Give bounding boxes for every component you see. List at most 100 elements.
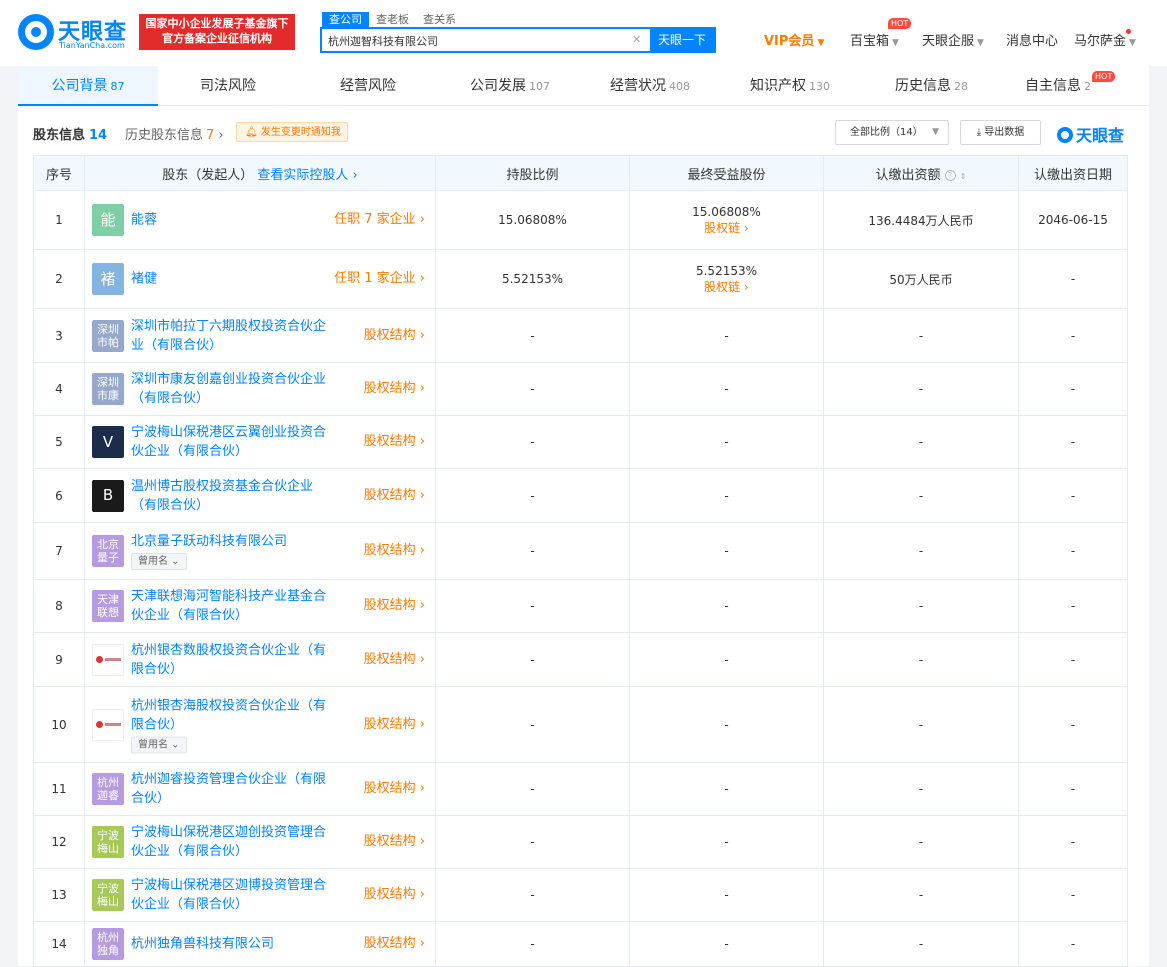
tab-judicial-risk[interactable]: 司法风险 [200,66,256,106]
shareholder-detail-link[interactable]: 任职 7 家企业 › [334,211,425,229]
date-cell: - [1018,308,1128,363]
shareholder-name-block: 能蓉 [131,211,331,230]
shareholder-name-link[interactable]: 天津联想海河智能科技产业基金合伙企业（有限合伙） [131,589,326,623]
capital-cell: - [823,362,1019,416]
tianyancha-watermark: 天眼查 [1057,122,1124,146]
shareholder-detail-label: 股权结构 [363,487,416,503]
date-cell: 2046-06-15 [1018,190,1128,250]
tab-development[interactable]: 公司发展 107 [470,66,550,106]
shareholder-detail-link[interactable]: 股权结构 › [364,487,425,505]
date-cell: - [1018,579,1128,633]
shareholder-cell: 天津 联想 天津联想海河智能科技产业基金合伙企业（有限合伙） 股权结构 › [84,579,436,633]
ratio-cell: - [435,522,630,580]
export-button[interactable]: ⤓ 导出数据 [960,120,1041,145]
shareholder-cell: 褚褚健 任职 1 家企业 › [84,249,436,309]
tab-label: 自主信息 [1025,78,1081,94]
shareholder-detail-link[interactable]: 股权结构 › [364,542,425,560]
search-button[interactable]: 天眼一下 [650,29,714,51]
shareholder-name-link[interactable]: 宁波梅山保税港区迦创投资管理合伙企业（有限合伙） [131,825,326,859]
shareholder-name-link[interactable]: 杭州银杏海股权投资合伙企业（有限合伙） [131,698,326,732]
sort-icon[interactable]: ⇕ [960,172,967,181]
tab-business-risk[interactable]: 经营风险 [340,66,396,106]
table-row: 4 深圳 市康 深圳市康友创嘉创业投资合伙企业（有限合伙） 股权结构 › - - - - [33,362,1128,416]
tab-company-background[interactable]: 公司背景 87 [18,66,158,106]
shareholder-detail-link[interactable]: 股权结构 › [364,833,425,851]
shareholder-name-link[interactable]: 宁波梅山保税港区云翼创业投资合伙企业（有限合伙） [131,425,326,459]
tianyancha-logo[interactable]: 天眼查 TianYanCha.com [18,14,130,50]
shareholder-detail-link[interactable]: 股权结构 › [364,327,425,345]
date-cell: - [1018,362,1128,416]
date-cell: - [1018,632,1128,687]
shareholder-name-link[interactable]: 深圳市康友创嘉创业投资合伙企业（有限合伙） [131,372,326,406]
shareholder-name-link[interactable]: 杭州迦睿投资管理合伙企业（有限合伙） [131,772,326,806]
search-tab-company[interactable]: 查公司 [322,12,369,27]
shareholder-name-link[interactable]: 杭州银杏数股权投资合伙企业（有限合伙） [131,643,326,677]
tab-history[interactable]: 历史信息 28 [895,66,968,106]
capital-cell: - [823,868,1019,922]
shareholder-name-link[interactable]: 温州博古股权投资基金合伙企业（有限合伙） [131,479,313,513]
ratio-cell: - [435,308,630,363]
help-icon[interactable]: ? [944,169,956,181]
qifu-menu[interactable]: 天眼企服 ▼ [922,30,984,49]
search-input[interactable] [328,32,628,50]
ratio-cell: - [435,632,630,687]
ratio-filter-select[interactable]: 全部比例（14） ▼ [835,120,949,145]
shareholder-cell: 宁波 梅山 宁波梅山保税港区迦创投资管理合伙企业（有限合伙） 股权结构 › [84,815,436,869]
shareholder-name-link[interactable]: 北京量子跃动科技有限公司 [131,534,287,549]
message-center-link[interactable]: 消息中心 [1006,30,1058,49]
shareholder-name-block: 杭州银杏海股权投资合伙企业（有限合伙） 曾用名 ⌄ [131,696,331,753]
table-row: 5 V 宁波梅山保税港区云翼创业投资合伙企业（有限合伙） 股权结构 › - - - - [33,415,1128,469]
date-cell: - [1018,868,1128,922]
tab-label: 历史信息 [895,78,951,94]
search-tab-relation[interactable]: 查关系 [416,12,463,27]
history-shareholder-link[interactable]: 历史股东信息 7 › [125,124,224,143]
shareholder-name-link[interactable]: 能蓉 [131,213,157,228]
shareholder-detail-link[interactable]: 任职 1 家企业 › [334,270,425,288]
date-cell: - [1018,249,1128,309]
ratio-cell: - [435,762,630,816]
shareholder-name-link[interactable]: 褚健 [131,272,157,287]
equity-chain-link[interactable]: 股权链 › [630,278,823,295]
shareholder-avatar: 杭州 迦睿 [92,773,124,805]
change-notify-button[interactable]: 🔔︎ 发生变更时通知我 [236,122,348,142]
qifu-label: 天眼企服 [922,34,975,49]
shareholder-name-link[interactable]: 宁波梅山保税港区迦博投资管理合伙企业（有限合伙） [131,878,326,912]
shareholder-name-link[interactable]: 深圳市帕拉丁六期股权投资合伙企业（有限合伙） [131,319,326,353]
shareholder-name-block: 北京量子跃动科技有限公司 曾用名 ⌄ [131,532,331,570]
shareholder-avatar: 北京 量子 [92,535,124,567]
shareholder-detail-link[interactable]: 股权结构 › [364,380,425,398]
shareholder-name-block: 天津联想海河智能科技产业基金合伙企业（有限合伙） [131,587,331,625]
shareholder-detail-link[interactable]: 股权结构 › [364,780,425,798]
final-benefit-value: - [724,782,729,796]
col-final-benefit: 最终受益股份 [629,155,824,191]
shareholder-name-block: 褚健 [131,270,331,289]
tab-operation[interactable]: 经营状况 408 [610,66,690,106]
shareholder-detail-link[interactable]: 股权结构 › [364,651,425,669]
row-index: 8 [33,579,85,633]
shareholder-detail-link[interactable]: 股权结构 › [364,716,425,734]
hot-badge: HOT [1092,71,1116,82]
former-name-tag[interactable]: 曾用名 ⌄ [131,736,187,753]
former-name-tag[interactable]: 曾用名 ⌄ [131,553,187,570]
shareholder-detail-link[interactable]: 股权结构 › [364,935,425,953]
shareholder-name-link[interactable]: 杭州独角兽科技有限公司 [131,937,274,952]
shareholder-detail-link[interactable]: 股权结构 › [364,433,425,451]
shareholder-detail-link[interactable]: 股权结构 › [364,886,425,904]
shareholder-cell: 杭州 迦睿 杭州迦睿投资管理合伙企业（有限合伙） 股权结构 › [84,762,436,816]
tab-self-info[interactable]: 自主信息 2 [1025,66,1091,106]
tab-ip[interactable]: 知识产权 130 [750,66,830,106]
clear-icon[interactable]: ✕ [632,33,641,46]
actual-controller-link[interactable]: 查看实际控股人 › [257,168,357,183]
col-capital[interactable]: 认缴出资额 ? ⇕ [823,155,1019,191]
shareholder-detail-label: 股权结构 [363,543,416,558]
row-index: 10 [33,686,85,763]
ratio-cell: 5.52153% [435,249,630,309]
shareholder-name-block: 杭州迦睿投资管理合伙企业（有限合伙） [131,770,331,808]
baibaoxiang-menu[interactable]: 百宝箱 ▼ [850,30,899,49]
baibaoxiang-label: 百宝箱 [850,34,890,49]
equity-chain-link[interactable]: 股权链 › [630,219,823,236]
tab-count: 2 [1084,80,1091,93]
shareholder-detail-link[interactable]: 股权结构 › [364,597,425,615]
vip-menu[interactable]: VIP会员 ▼ [764,30,824,49]
search-tab-boss[interactable]: 查老板 [369,12,416,27]
